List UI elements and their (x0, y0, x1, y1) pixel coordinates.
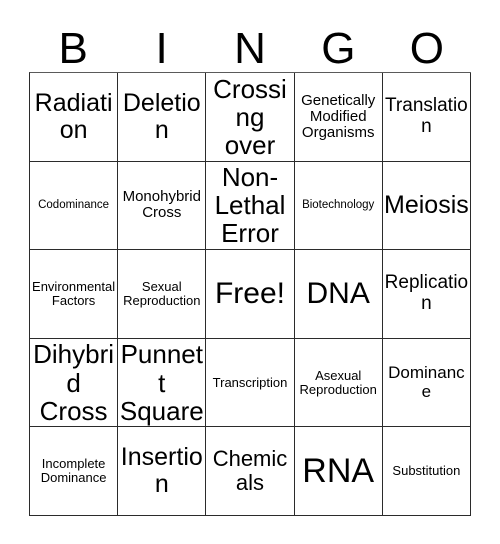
bingo-cell[interactable]: Asexual Reproduction (294, 338, 383, 428)
bingo-cell[interactable]: Chemicals (206, 427, 295, 516)
bingo-cell-label: Crossing over (213, 73, 287, 160)
bingo-cell-label: Environmental Factors (32, 278, 116, 308)
bingo-cell[interactable]: Radiation (30, 73, 119, 162)
bingo-cell[interactable]: Punnett Square (118, 338, 207, 428)
bingo-cell-label: Free! (214, 276, 285, 310)
bingo-cell[interactable]: Biotechnology (294, 161, 383, 251)
bingo-cell-label: Translation (385, 95, 468, 137)
bingo-free-space-cell[interactable]: Free! (206, 250, 295, 339)
bingo-header-letter-b: B (58, 24, 88, 73)
bingo-cell-label: Asexual Reproduction (299, 367, 377, 397)
bingo-cell-label: Dominance (388, 363, 465, 401)
bingo-cell-label: RNA (302, 451, 375, 490)
bingo-cell-label: Dihybrid Cross (33, 339, 115, 426)
bingo-cell-label: Non-Lethal Error (214, 162, 286, 249)
bingo-cell-label: Codominance (38, 199, 110, 212)
bingo-cell[interactable]: Transcription (206, 338, 295, 428)
bingo-cell-label: Radiation (34, 88, 113, 144)
bingo-cell[interactable]: Deletion (118, 73, 207, 162)
bingo-cell[interactable]: Monohybrid Cross (118, 161, 207, 251)
bingo-header-letter-n: N (234, 24, 266, 73)
bingo-cell[interactable]: Environmental Factors (30, 250, 119, 339)
bingo-cell[interactable]: Dihybrid Cross (30, 338, 119, 428)
bingo-cell-label: Sexual Reproduction (123, 278, 201, 308)
bingo-header-letter-i: I (155, 24, 168, 73)
bingo-cell[interactable]: Meiosis (382, 161, 471, 251)
bingo-cell[interactable]: Replication (382, 250, 471, 339)
bingo-header-letter-g: G (321, 24, 356, 73)
bingo-cell-label: Genetically Modified Organisms (301, 91, 376, 141)
bingo-cell-label: Incomplete Dominance (40, 456, 107, 486)
bingo-cell[interactable]: Dominance (382, 338, 471, 428)
bingo-cell-label: Meiosis (384, 190, 469, 219)
bingo-cell[interactable]: Translation (382, 73, 471, 162)
bingo-cell[interactable]: RNA (294, 427, 383, 516)
bingo-cell-label: Deletion (122, 88, 201, 144)
bingo-cell-label: Substitution (392, 463, 461, 479)
bingo-cell[interactable]: Insertion (118, 427, 207, 516)
bingo-header: B I N G O (29, 20, 471, 72)
bingo-header-letter-o: O (409, 24, 444, 73)
bingo-cell-label: DNA (306, 276, 370, 310)
bingo-cell-label: Punnett Square (119, 339, 204, 426)
bingo-card: B I N G O Radiation Deletion Crossing over… (0, 0, 500, 544)
bingo-cell[interactable]: Non-Lethal Error (206, 161, 295, 251)
bingo-cell-label: Replication (384, 272, 469, 314)
bingo-cell[interactable]: Crossing over (206, 73, 295, 162)
bingo-cell-label: Transcription (212, 374, 288, 390)
bingo-cell[interactable]: Codominance (30, 161, 119, 251)
bingo-cell[interactable]: DNA (294, 250, 383, 339)
bingo-cell-label: Monohybrid Cross (122, 188, 201, 222)
bingo-cell[interactable]: Sexual Reproduction (118, 250, 207, 339)
bingo-cell[interactable]: Genetically Modified Organisms (294, 73, 383, 162)
bingo-cell[interactable]: Substitution (382, 427, 471, 516)
bingo-cell[interactable]: Incomplete Dominance (30, 427, 119, 516)
bingo-cell-label: Insertion (120, 443, 203, 499)
bingo-cell-label: Biotechnology (302, 199, 375, 212)
bingo-cell-label: Chemicals (212, 446, 288, 496)
bingo-grid: Radiation Deletion Crossing over Geneticall… (29, 72, 471, 516)
